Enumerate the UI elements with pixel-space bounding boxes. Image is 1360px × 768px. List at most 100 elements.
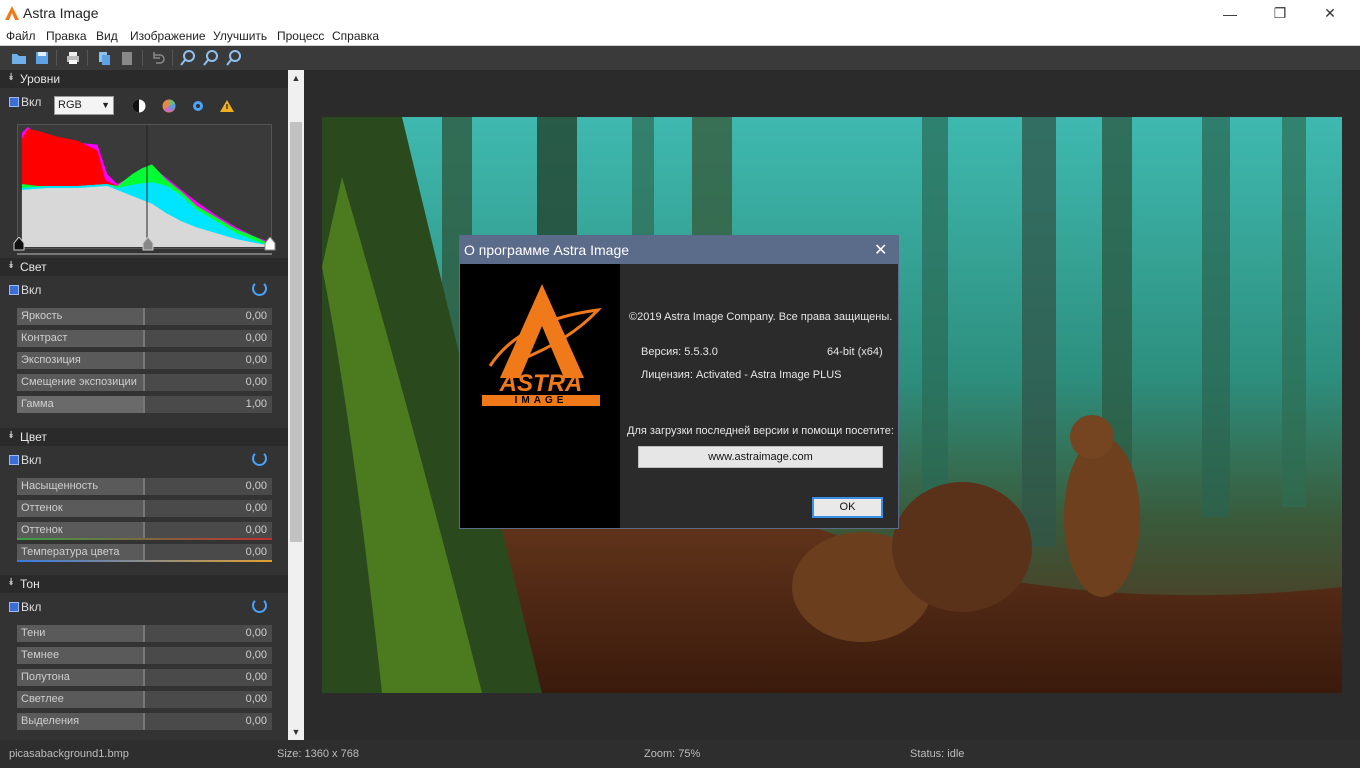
dialog-title-bar: О программе Astra Image ✕ bbox=[460, 236, 898, 264]
slider-knob[interactable] bbox=[143, 647, 145, 664]
tone-reset-icon[interactable] bbox=[252, 598, 267, 613]
levels-enable-checkbox[interactable] bbox=[9, 97, 19, 107]
contrast-icon[interactable] bbox=[131, 98, 147, 114]
shadows-slider[interactable]: Тени 0,00 bbox=[17, 625, 272, 642]
dialog-close-icon[interactable]: ✕ bbox=[874, 240, 887, 260]
open-icon[interactable] bbox=[10, 49, 28, 67]
levels-header[interactable]: ⯯ Уровни bbox=[0, 70, 288, 88]
darker-slider[interactable]: Темнее 0,00 bbox=[17, 647, 272, 664]
website-link-button[interactable]: www.astraimage.com bbox=[638, 446, 883, 468]
saturation-slider[interactable]: Насыщенность 0,00 bbox=[17, 478, 272, 495]
zoom-in-icon[interactable] bbox=[179, 49, 197, 67]
contrast-slider[interactable]: Контраст 0,00 bbox=[17, 330, 272, 347]
menu-image[interactable]: Изображение bbox=[130, 29, 206, 43]
slider-knob[interactable] bbox=[143, 691, 145, 708]
scroll-up-icon[interactable]: ▲ bbox=[288, 70, 304, 86]
white-point-handle[interactable] bbox=[264, 237, 276, 251]
slider-knob[interactable] bbox=[143, 669, 145, 686]
ok-button[interactable]: OK bbox=[812, 497, 883, 518]
arch-text: 64-bit (x64) bbox=[827, 346, 883, 358]
warning-icon[interactable] bbox=[219, 98, 235, 114]
histogram bbox=[17, 124, 272, 249]
slider-value: 1,00 bbox=[245, 398, 267, 410]
slider-label: Оттенок bbox=[21, 502, 63, 514]
scroll-down-icon[interactable]: ▼ bbox=[288, 724, 304, 740]
slider-value: 0,00 bbox=[245, 524, 267, 536]
levels-slider-track[interactable] bbox=[17, 253, 272, 255]
midtones-slider[interactable]: Полутона 0,00 bbox=[17, 669, 272, 686]
print-icon[interactable] bbox=[64, 49, 82, 67]
color-wheel-icon[interactable] bbox=[161, 98, 177, 114]
slider-value: 0,00 bbox=[245, 480, 267, 492]
lighter-slider[interactable]: Светлее 0,00 bbox=[17, 691, 272, 708]
brightness-slider[interactable]: Яркость 0,00 bbox=[17, 308, 272, 325]
gamma-slider[interactable]: Гамма 1,00 bbox=[17, 396, 272, 413]
close-button[interactable]: ✕ bbox=[1307, 0, 1353, 27]
slider-knob[interactable] bbox=[143, 713, 145, 730]
menu-file[interactable]: Файл bbox=[6, 29, 36, 43]
zoom-fit-icon[interactable] bbox=[225, 49, 243, 67]
tint-slider[interactable]: Оттенок 0,00 bbox=[17, 522, 272, 539]
slider-knob[interactable] bbox=[143, 308, 145, 325]
exposure-offset-slider[interactable]: Смещение экспозиции 0,00 bbox=[17, 374, 272, 391]
midpoint-handle[interactable] bbox=[142, 237, 154, 251]
color-header[interactable]: ⯯ Цвет bbox=[0, 428, 288, 446]
slider-knob[interactable] bbox=[143, 625, 145, 642]
collapse-icon: ⯯ bbox=[8, 430, 14, 441]
channel-select[interactable]: RGB ▼ bbox=[54, 96, 114, 115]
copy-icon[interactable] bbox=[95, 49, 113, 67]
menu-view[interactable]: Вид bbox=[96, 29, 118, 43]
slider-knob[interactable] bbox=[143, 478, 145, 495]
zoom-out-icon[interactable] bbox=[202, 49, 220, 67]
slider-knob[interactable] bbox=[143, 522, 145, 539]
toolbar bbox=[0, 46, 1360, 70]
hue-slider[interactable]: Оттенок 0,00 bbox=[17, 500, 272, 517]
version-text: Версия: 5.5.3.0 bbox=[641, 346, 718, 358]
slider-knob[interactable] bbox=[143, 374, 145, 391]
slider-knob[interactable] bbox=[143, 352, 145, 369]
light-header[interactable]: ⯯ Свет bbox=[0, 258, 288, 276]
paste-icon[interactable] bbox=[118, 49, 136, 67]
menu-enhance[interactable]: Улучшить bbox=[213, 29, 267, 43]
license-text: Лицензия: Activated - Astra Image PLUS bbox=[641, 369, 842, 381]
slider-value: 0,00 bbox=[245, 376, 267, 388]
slider-label: Гамма bbox=[21, 398, 54, 410]
slider-knob[interactable] bbox=[143, 330, 145, 347]
menu-help[interactable]: Справка bbox=[332, 29, 379, 43]
slider-label: Оттенок bbox=[21, 524, 63, 536]
color-enable-checkbox[interactable] bbox=[9, 455, 19, 465]
slider-knob[interactable] bbox=[143, 500, 145, 517]
menu-process[interactable]: Процесс bbox=[277, 29, 324, 43]
black-point-handle[interactable] bbox=[13, 237, 25, 251]
logo-wordmark: ASTRA bbox=[499, 370, 583, 397]
about-dialog: О программе Astra Image ✕ ASTRA IMAGE ©2… bbox=[459, 235, 899, 529]
highlights-slider[interactable]: Выделения 0,00 bbox=[17, 713, 272, 730]
slider-knob[interactable] bbox=[143, 396, 145, 413]
slider-label: Полутона bbox=[21, 671, 70, 683]
color-reset-icon[interactable] bbox=[252, 451, 267, 466]
slider-label: Насыщенность bbox=[21, 480, 99, 492]
minimize-button[interactable]: — bbox=[1207, 0, 1253, 27]
menu-edit[interactable]: Правка bbox=[46, 29, 87, 43]
color-temperature-slider[interactable]: Температура цвета 0,00 bbox=[17, 544, 272, 561]
tone-header[interactable]: ⯯ Тон bbox=[0, 575, 288, 593]
exposure-slider[interactable]: Экспозиция 0,00 bbox=[17, 352, 272, 369]
maximize-button[interactable]: ❐ bbox=[1257, 0, 1303, 27]
save-icon[interactable] bbox=[33, 49, 51, 67]
slider-label: Смещение экспозиции bbox=[21, 376, 137, 388]
slider-label: Темнее bbox=[21, 649, 60, 661]
slider-knob[interactable] bbox=[143, 544, 145, 561]
slider-label: Тени bbox=[21, 627, 46, 639]
light-enable-checkbox[interactable] bbox=[9, 285, 19, 295]
light-reset-icon[interactable] bbox=[252, 281, 267, 296]
astra-logo: ASTRA IMAGE bbox=[460, 264, 620, 528]
color-title: Цвет bbox=[20, 430, 47, 444]
color-enable-row: Вкл bbox=[0, 450, 288, 472]
gear-icon[interactable] bbox=[190, 98, 206, 114]
levels-enable-label: Вкл bbox=[21, 95, 42, 109]
tone-enable-checkbox[interactable] bbox=[9, 602, 19, 612]
undo-icon[interactable] bbox=[149, 49, 167, 67]
slider-value: 0,00 bbox=[245, 649, 267, 661]
scroll-thumb[interactable] bbox=[290, 122, 302, 542]
panel-scrollbar[interactable]: ▲ ▼ bbox=[288, 70, 304, 740]
